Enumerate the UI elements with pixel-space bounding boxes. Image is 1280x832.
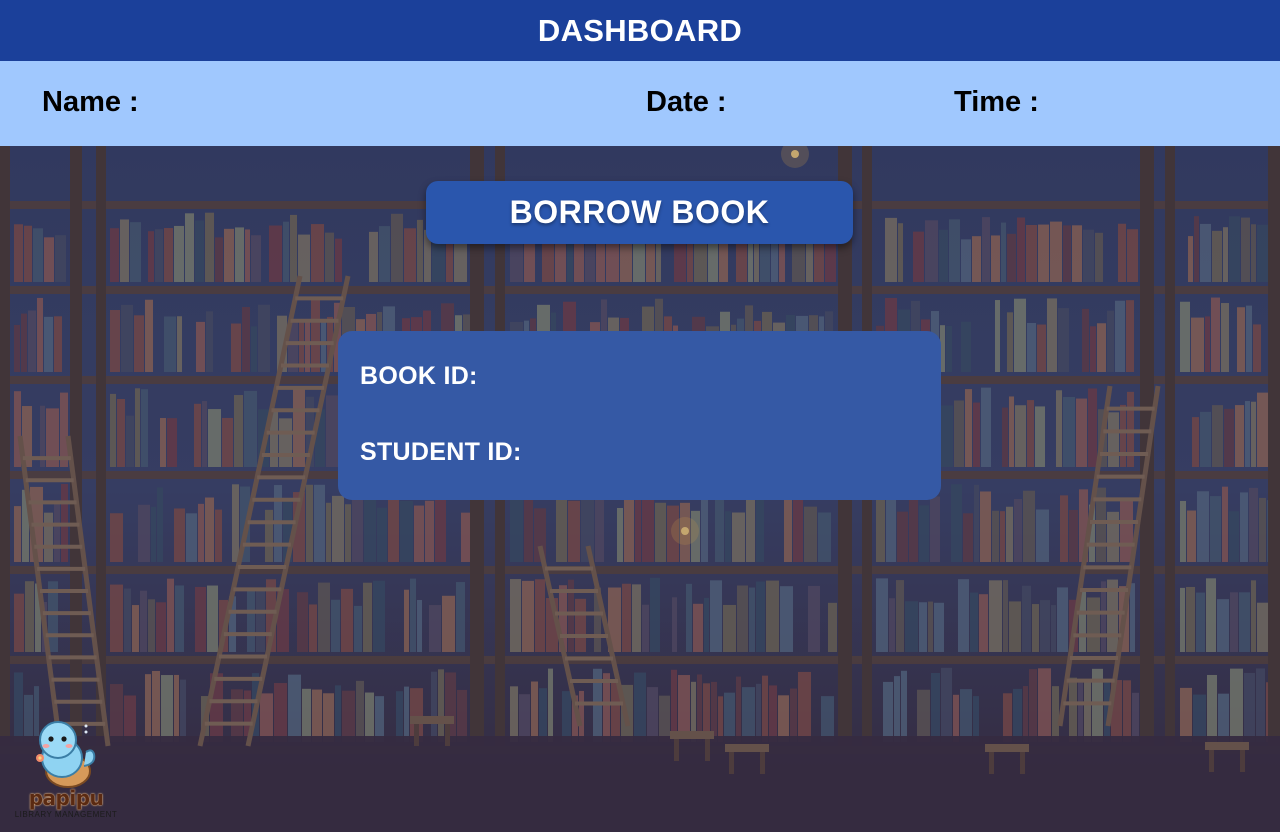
student-id-row: STUDENT ID: bbox=[360, 435, 898, 469]
app-window: DASHBOARD Name : Date : Time : BORROW BO… bbox=[0, 0, 1280, 832]
name-label: Name : bbox=[42, 86, 139, 118]
logo-brand-text: papipu bbox=[28, 786, 104, 810]
date-label: Date : bbox=[646, 86, 727, 118]
borrow-form-panel: BOOK ID: STUDENT ID: bbox=[338, 331, 941, 500]
time-label: Time : bbox=[954, 86, 1039, 118]
page-title: DASHBOARD bbox=[537, 12, 743, 48]
student-id-input[interactable] bbox=[533, 435, 898, 469]
header-bar: DASHBOARD bbox=[0, 0, 1280, 61]
book-id-input[interactable] bbox=[489, 359, 854, 393]
student-id-label: STUDENT ID: bbox=[360, 437, 522, 466]
logo-subtitle: LIBRARY MANAGEMENT bbox=[14, 810, 118, 819]
book-id-row: BOOK ID: bbox=[360, 359, 854, 393]
mascot-icon bbox=[36, 721, 96, 788]
book-id-label: BOOK ID: bbox=[360, 361, 478, 390]
info-bar: Name : Date : Time : bbox=[0, 61, 1280, 146]
borrow-book-button[interactable]: BORROW BOOK bbox=[426, 181, 853, 244]
app-logo: papipu LIBRARY MANAGEMENT bbox=[6, 716, 126, 822]
